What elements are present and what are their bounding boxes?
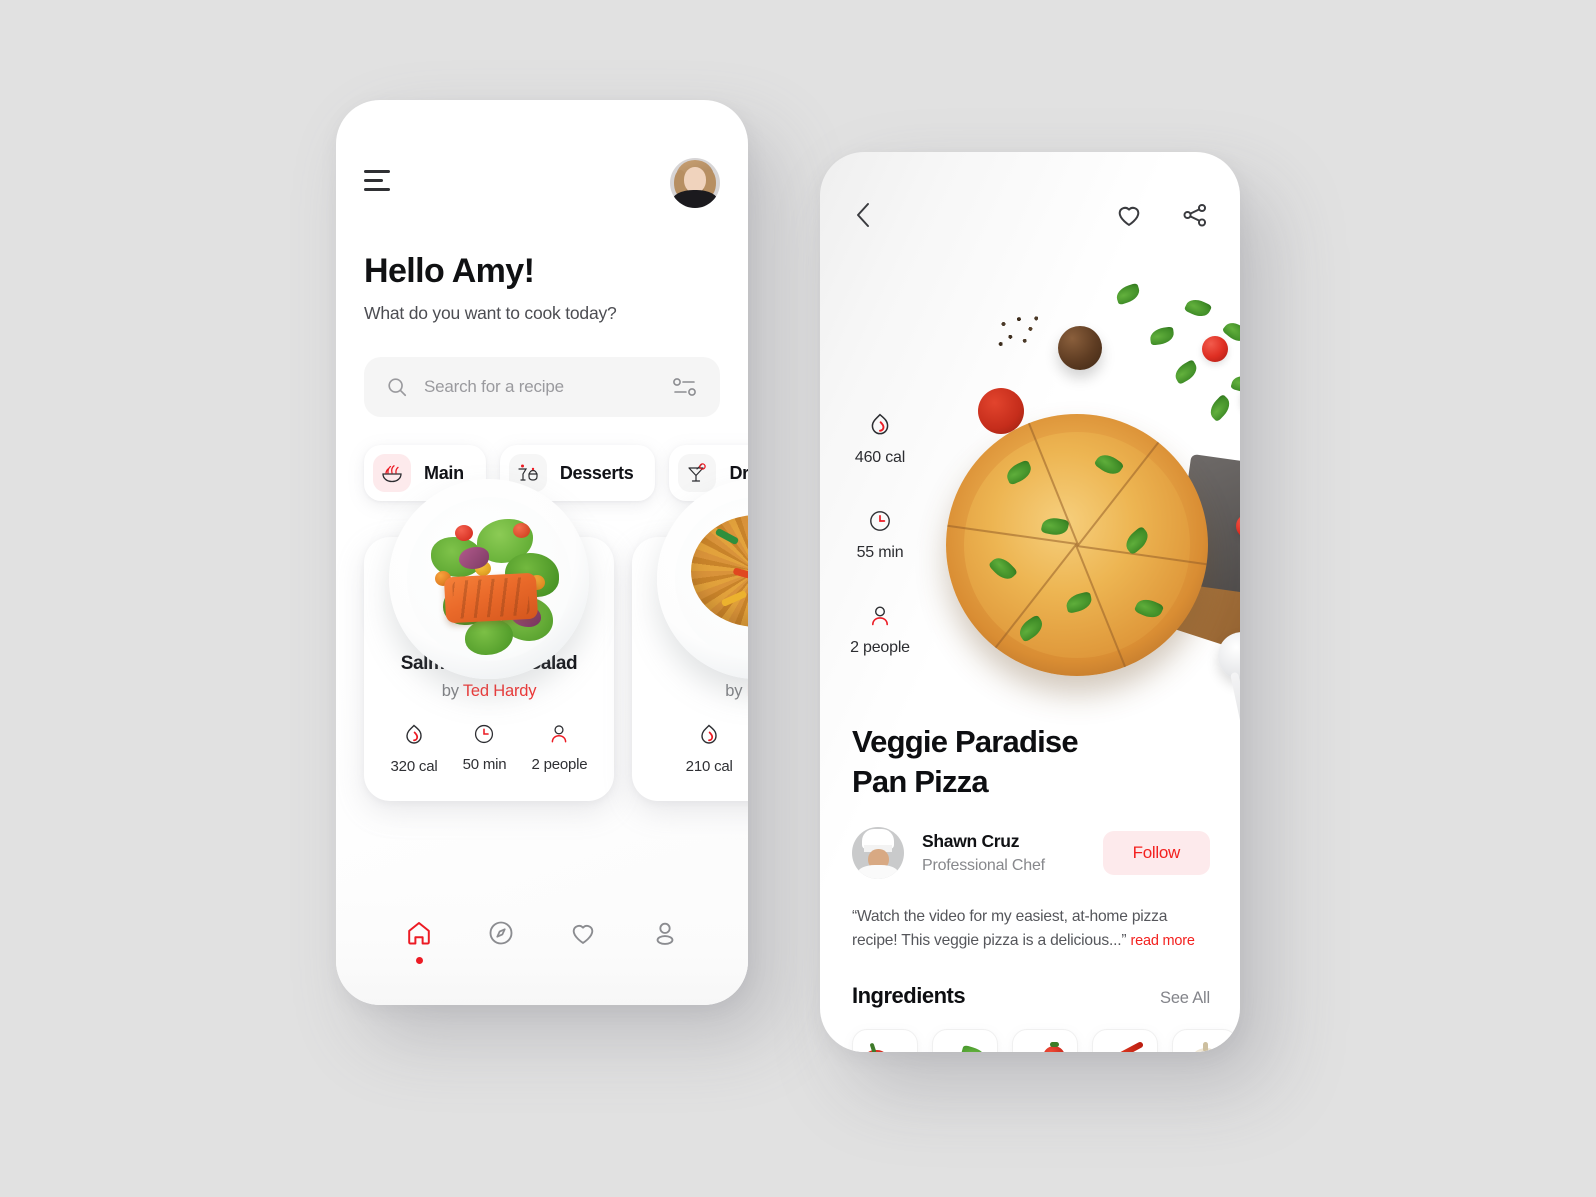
by-prefix: by xyxy=(441,682,463,700)
recipe-author-line: by Parke xyxy=(632,682,748,701)
flame-icon xyxy=(871,413,889,435)
stat-time: 55 min xyxy=(857,509,904,562)
stat-value: 2 people xyxy=(531,756,588,773)
heart-icon[interactable] xyxy=(1114,201,1144,229)
recipe-stats: 320 cal 50 min 2 people xyxy=(364,723,614,775)
stat-value: 210 cal xyxy=(685,758,733,775)
filter-icon[interactable] xyxy=(672,376,698,398)
follow-button[interactable]: Follow xyxy=(1102,831,1210,876)
recipe-card-ramen[interactable]: Ramen N by Parke 210 cal 20 xyxy=(632,479,748,801)
heart-icon xyxy=(572,925,594,944)
chef-meta: Shawn Cruz Professional Chef xyxy=(922,831,1085,875)
chef-name: Shawn Cruz xyxy=(922,831,1020,852)
chevron-left-icon[interactable] xyxy=(852,200,874,230)
person-icon xyxy=(552,725,567,743)
ingredient-tomatoes[interactable] xyxy=(1012,1028,1078,1052)
nav-item-profile[interactable] xyxy=(651,919,679,947)
ingredient-chili-peppers[interactable] xyxy=(1092,1028,1158,1052)
page-subtitle: What do you want to cook today? xyxy=(364,303,617,323)
nav-item-home[interactable] xyxy=(405,919,433,964)
person-icon xyxy=(871,606,888,626)
nav-item-favorites[interactable] xyxy=(569,919,597,947)
stat-value: 55 min xyxy=(856,544,904,561)
flame-icon xyxy=(406,724,422,744)
clock-icon xyxy=(870,511,890,531)
pizza-hero-image xyxy=(936,264,1240,684)
ingredients-list xyxy=(852,1028,1238,1052)
description-text: “Watch the video for my easiest, at-home… xyxy=(852,908,1168,950)
flame-icon xyxy=(701,724,717,744)
ingredients-header: Ingredients See All xyxy=(852,983,1210,1009)
stat-calories: 320 cal xyxy=(391,723,438,775)
ingredient-red-bell-pepper[interactable] xyxy=(852,1028,918,1052)
recipe-author-line: by Ted Hardy xyxy=(364,682,614,701)
recipe-stat-list: 460 cal 55 min 2 people xyxy=(820,412,940,657)
home-icon xyxy=(408,921,430,945)
stat-calories: 460 cal xyxy=(855,412,905,467)
chef-avatar[interactable] xyxy=(852,827,904,880)
recipe-author: Parke xyxy=(747,682,748,700)
stat-value: 460 cal xyxy=(854,449,906,466)
ingredient-basil-leaves[interactable] xyxy=(932,1028,998,1052)
avatar[interactable] xyxy=(670,158,720,208)
share-icon[interactable] xyxy=(1180,201,1210,229)
search-input[interactable]: Search for a recipe xyxy=(364,357,720,417)
by-prefix: by xyxy=(725,682,747,700)
chef-row: Shawn Cruz Professional Chef Follow xyxy=(852,827,1210,880)
recipe-card-list: Salmon Greek Salad by Ted Hardy 320 cal … xyxy=(336,479,748,801)
stat-value: 50 min xyxy=(462,756,507,773)
stat-servings: 2 people xyxy=(850,604,910,657)
nav-item-explore[interactable] xyxy=(487,919,515,947)
bottom-navigation xyxy=(336,893,748,1005)
ingredients-title: Ingredients xyxy=(852,982,966,1008)
home-topbar xyxy=(336,100,748,208)
page-title: Veggie Paradise Pan Pizza xyxy=(852,722,1210,801)
person-icon xyxy=(656,922,674,945)
recipe-description: “Watch the video for my easiest, at-home… xyxy=(852,905,1210,952)
search-icon xyxy=(388,378,407,397)
stat-time: 50 min xyxy=(463,723,507,775)
nav-active-dot xyxy=(415,957,423,964)
ingredient-garlic[interactable] xyxy=(1172,1028,1238,1052)
compass-icon xyxy=(489,921,513,945)
title-line-2: Pan Pizza xyxy=(852,763,989,799)
read-more-link[interactable]: read more xyxy=(1130,933,1194,949)
hamburger-menu-icon[interactable] xyxy=(364,169,390,197)
detail-body: Veggie Paradise Pan Pizza Shawn Cruz Pro… xyxy=(820,722,1240,1052)
home-screen-phone: Hello Amy! What do you want to cook toda… xyxy=(336,100,748,1005)
recipe-author: Ted Hardy xyxy=(462,682,537,700)
stat-calories: 210 cal xyxy=(686,723,733,775)
recipe-card-salmon-greek-salad[interactable]: Salmon Greek Salad by Ted Hardy 320 cal … xyxy=(364,479,614,801)
recipe-detail-phone: 460 cal 55 min 2 people Veggie Paradise … xyxy=(820,152,1240,1052)
detail-topbar xyxy=(820,152,1240,230)
page-title: Hello Amy! xyxy=(364,252,535,290)
clock-icon xyxy=(475,724,494,744)
stat-value: 320 cal xyxy=(390,758,438,775)
search-placeholder: Search for a recipe xyxy=(424,377,564,396)
title-line-1: Veggie Paradise xyxy=(852,724,1079,759)
stat-servings: 2 people xyxy=(531,723,588,775)
see-all-link[interactable]: See All xyxy=(1160,989,1210,1008)
chef-role: Professional Chef xyxy=(922,857,1045,875)
stat-value: 2 people xyxy=(850,639,910,656)
recipe-photo-salad xyxy=(364,479,614,679)
recipe-photo-ramen xyxy=(632,479,748,679)
recipe-stats: 210 cal 20 xyxy=(632,723,748,775)
